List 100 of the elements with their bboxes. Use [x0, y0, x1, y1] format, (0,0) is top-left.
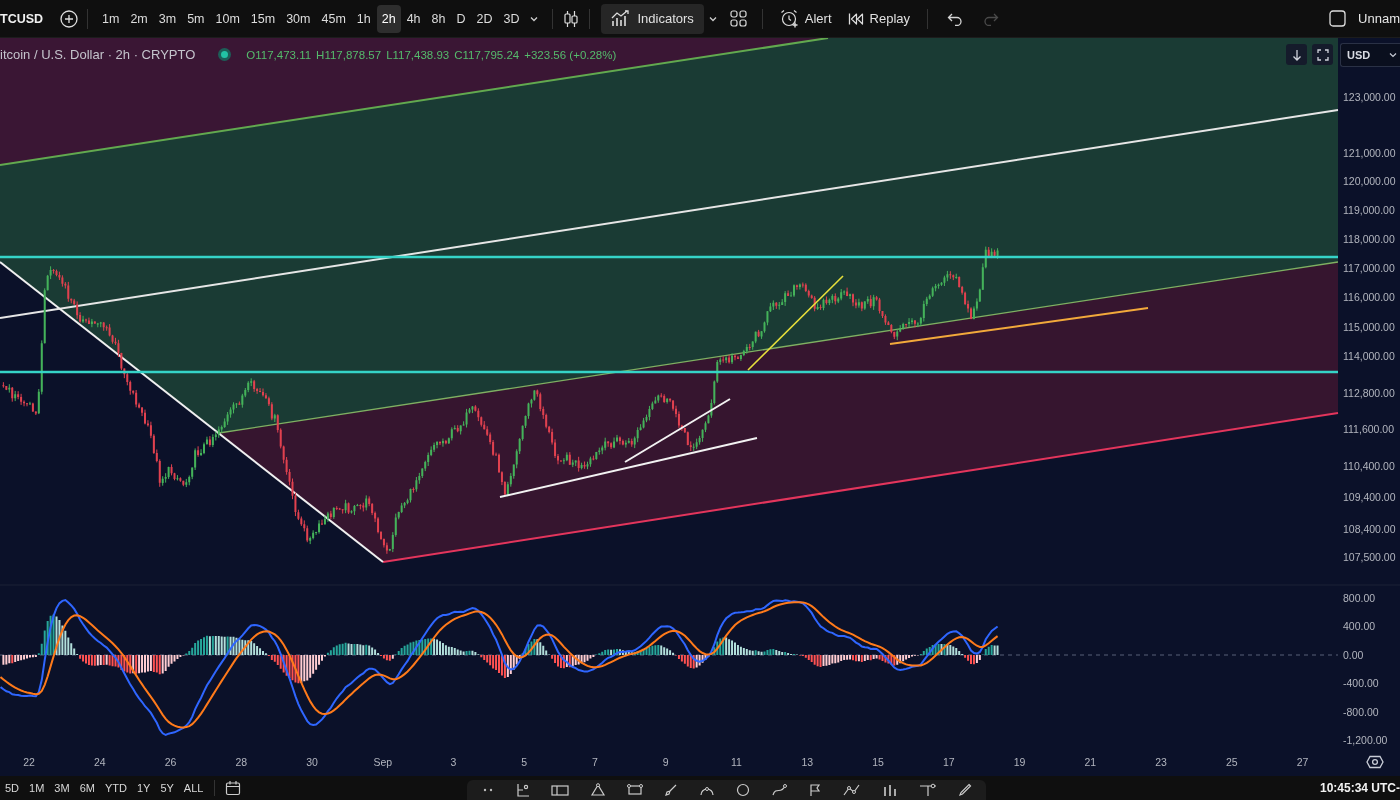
caret-icon: [1389, 52, 1397, 58]
frame-icon[interactable]: [627, 783, 644, 797]
alert-button[interactable]: Alert: [771, 3, 840, 34]
date-label: 26: [164, 756, 177, 768]
ohlc-value: H117,878.57: [316, 48, 382, 61]
scroll-down-button[interactable]: [1286, 44, 1307, 65]
undo-icon[interactable]: [947, 11, 963, 26]
triangle-icon[interactable]: [590, 783, 607, 797]
pen-icon[interactable]: [958, 783, 973, 797]
layout-name[interactable]: Unnam: [1358, 11, 1400, 26]
date-label: 3: [450, 756, 457, 768]
date-label: 25: [1225, 756, 1238, 768]
curve-icon[interactable]: [771, 783, 788, 797]
brush-icon[interactable]: [664, 783, 679, 797]
price-label: 123,000.00: [1343, 91, 1396, 103]
alarm-clock-icon: [779, 9, 799, 28]
interval-tab[interactable]: 15m: [245, 4, 281, 33]
macd-label: -400.00: [1343, 677, 1379, 690]
macd-label: 800.00: [1343, 592, 1376, 604]
date-label: 13: [801, 756, 814, 768]
date-label: Sep: [373, 756, 393, 768]
polyline-icon[interactable]: [843, 783, 862, 797]
interval-tab[interactable]: 2D: [471, 4, 498, 33]
range-button[interactable]: 1Y: [131, 778, 156, 798]
grid-icon[interactable]: [729, 10, 747, 27]
plus-circle-icon[interactable]: [60, 9, 78, 28]
date-label: 5: [521, 756, 528, 768]
down-arrow-icon: [1291, 48, 1302, 61]
bars-icon[interactable]: [882, 783, 899, 797]
date-label: 17: [942, 756, 955, 768]
date-label: 27: [1296, 756, 1309, 768]
date-label: 30: [306, 756, 318, 768]
chart-icon: [611, 9, 632, 28]
date-label: 7: [592, 756, 598, 768]
ohlc-value: L117,438.93: [386, 48, 450, 61]
symbol-title: itcoin / U.S. Dollar · 2h · CRYPTO: [0, 47, 196, 62]
settings-icon[interactable]: [1366, 755, 1384, 769]
date-label: 15: [872, 756, 884, 768]
range-button[interactable]: 1M: [24, 778, 50, 798]
calendar-icon[interactable]: [225, 780, 242, 796]
price-label: 119,000.00: [1343, 203, 1395, 216]
interval-tab[interactable]: 3m: [153, 4, 182, 33]
interval-tab[interactable]: 8h: [426, 4, 451, 33]
price-label: 116,000.00: [1343, 291, 1395, 304]
range-button[interactable]: 3M: [49, 778, 75, 798]
rewind-icon: [847, 11, 864, 26]
price-label: 114,000.00: [1343, 350, 1395, 363]
interval-tab[interactable]: 2h: [376, 4, 401, 33]
circle-icon[interactable]: [736, 783, 751, 797]
macd-label: 400.00: [1343, 620, 1376, 633]
interval-tab[interactable]: 45m: [316, 4, 351, 33]
price-label: 118,000.00: [1343, 232, 1395, 245]
price-label: 109,400.00: [1343, 491, 1396, 504]
date-label: 11: [731, 756, 742, 768]
currency-select[interactable]: USD: [1340, 43, 1400, 67]
range-button[interactable]: 6M: [74, 778, 100, 798]
flag-icon[interactable]: [808, 783, 823, 797]
market-status-icon: [218, 48, 232, 61]
macd-label: -800.00: [1343, 705, 1379, 718]
date-label: 22: [23, 756, 35, 768]
date-label: 21: [1084, 756, 1097, 768]
candles-icon[interactable]: [562, 9, 581, 28]
macd-label: -1,200.00: [1343, 734, 1388, 746]
price-label: 107,500.00: [1343, 551, 1396, 563]
interval-tab[interactable]: 30m: [281, 4, 316, 33]
price-label: 108,400.00: [1343, 522, 1396, 535]
date-label: 28: [235, 756, 248, 768]
angle-icon[interactable]: [516, 783, 531, 797]
price-label: 117,000.00: [1343, 261, 1395, 274]
range-button[interactable]: ALL: [178, 778, 209, 798]
square-icon[interactable]: [1329, 10, 1347, 27]
interval-tab[interactable]: 1m: [97, 4, 125, 33]
range-button[interactable]: 5D: [0, 778, 25, 798]
fullscreen-icon: [1316, 48, 1329, 61]
interval-tab[interactable]: 3D: [498, 4, 525, 33]
interval-tab[interactable]: 5m: [182, 4, 210, 33]
interval-tab[interactable]: D: [451, 4, 471, 33]
interval-tab[interactable]: 4h: [401, 4, 426, 33]
date-label: 24: [93, 756, 106, 768]
price-label: 110,400.00: [1343, 460, 1395, 473]
replay-button[interactable]: Replay: [839, 3, 918, 34]
t-shape-icon[interactable]: [919, 783, 938, 797]
interval-tab[interactable]: 2m: [125, 4, 153, 33]
ohlc-value: C117,795.24: [454, 48, 520, 61]
range-button[interactable]: YTD: [99, 778, 132, 798]
fullscreen-button[interactable]: [1312, 44, 1333, 65]
price-label: 111,600.00: [1343, 423, 1394, 436]
ohlc-value: +323.56 (+0.28%): [524, 48, 617, 61]
price-label: 120,000.00: [1343, 175, 1396, 188]
interval-tab[interactable]: 1h: [351, 4, 376, 33]
date-label: 9: [662, 756, 669, 768]
ohlc-value: O117,473.11: [246, 48, 312, 61]
clock-text: 10:45:34 UTC-: [1319, 781, 1400, 795]
rectangle-icon[interactable]: [551, 783, 570, 797]
indicators-button[interactable]: Indicators: [601, 3, 704, 34]
date-label: 19: [1013, 756, 1026, 768]
range-button[interactable]: 5Y: [155, 778, 179, 798]
macd-label: 0.00: [1343, 648, 1364, 661]
symbol-name[interactable]: TCUSD: [0, 11, 44, 26]
interval-tab[interactable]: 10m: [210, 4, 245, 33]
